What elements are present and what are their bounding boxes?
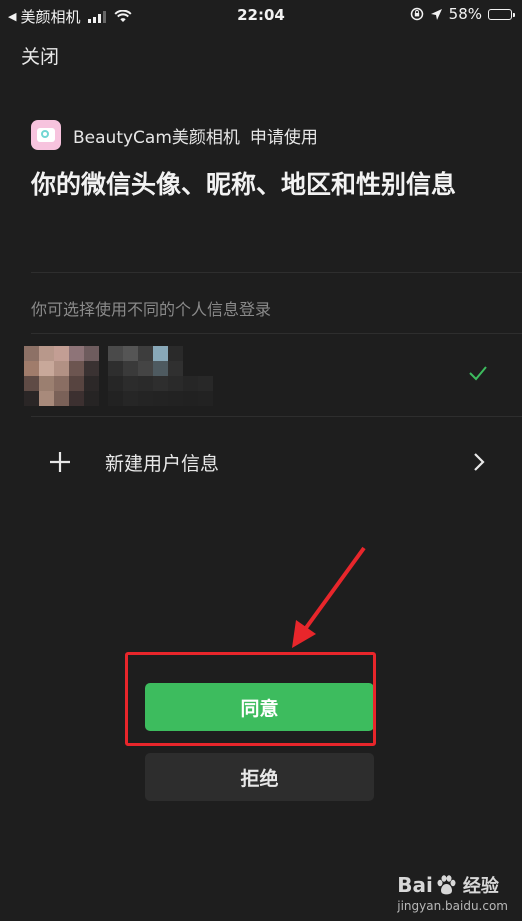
divider <box>31 272 522 273</box>
permission-headline: 你的微信头像、昵称、地区和性别信息 <box>31 170 457 199</box>
location-arrow-icon <box>430 8 442 20</box>
watermark-brand: Bai 经验 <box>397 872 508 898</box>
baidu-paw-icon <box>437 875 456 895</box>
app-name: BeautyCam美颜相机 <box>73 127 240 148</box>
check-icon <box>469 366 487 381</box>
profile-hint: 你可选择使用不同的个人信息登录 <box>31 300 272 319</box>
app-request-text: 申请使用 <box>249 127 318 148</box>
status-right: 58% <box>410 5 515 23</box>
divider <box>31 333 522 334</box>
watermark-suffix: 经验 <box>462 876 499 897</box>
orientation-lock-icon <box>410 7 423 21</box>
annotation-highlight-box <box>125 652 376 746</box>
new-user-label: 新建用户信息 <box>105 452 220 475</box>
divider <box>31 416 522 417</box>
baidu-jingyan-watermark: Bai 经验 jingyan.baidu.com <box>397 872 508 913</box>
new-user-info-row[interactable]: 新建用户信息 <box>31 436 491 488</box>
status-bar: ◀ 美颜相机 22:04 58% <box>0 0 522 30</box>
watermark-brand-text: Bai <box>397 873 433 897</box>
avatar <box>24 346 99 406</box>
profile-option-row[interactable] <box>24 340 494 410</box>
plus-icon <box>50 452 70 472</box>
battery-percent: 58% <box>448 5 482 23</box>
chevron-right-icon <box>474 453 485 471</box>
nickname-pixelated <box>108 346 213 406</box>
beautycam-logo-icon <box>31 120 61 150</box>
battery-icon <box>488 8 515 20</box>
close-button[interactable]: 关闭 <box>21 42 59 69</box>
reject-button[interactable]: 拒绝 <box>145 753 374 801</box>
app-request-row: BeautyCam美颜相机 申请使用 <box>31 120 318 150</box>
watermark-url: jingyan.baidu.com <box>397 899 508 913</box>
